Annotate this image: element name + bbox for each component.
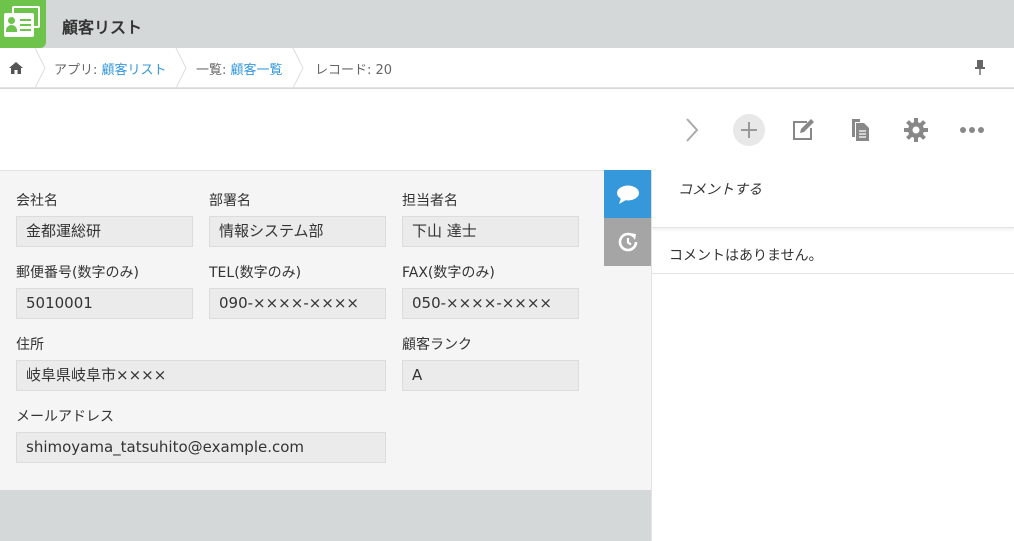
edit-record-button[interactable] <box>786 113 820 147</box>
plus-icon <box>741 122 757 138</box>
breadcrumb: アプリ: 顧客リスト 一覧: 顧客一覧 レコード: 20 <box>0 48 1014 88</box>
breadcrumb-app: アプリ: 顧客リスト <box>54 59 167 78</box>
field-rank: 顧客ランク A <box>402 335 579 391</box>
record-details: 会社名 金都運総研 部署名 情報システム部 担当者名 下山 達士 郵便番号(数字… <box>0 170 651 490</box>
add-record-button[interactable] <box>733 114 765 146</box>
comment-panel: コメントする コメントはありません。 <box>651 170 1014 541</box>
field-label: 住所 <box>16 337 44 353</box>
no-comments-text: コメントはありません。 <box>669 248 823 264</box>
field-label: 会社名 <box>16 193 58 209</box>
app-header: 顧客リスト <box>0 0 1014 48</box>
field-value: shimoyama_tatsuhito@example.com <box>16 432 386 463</box>
history-icon <box>618 232 637 252</box>
field-value: 下山 達士 <box>402 216 579 247</box>
breadcrumb-view: 一覧: 顧客一覧 <box>196 59 283 78</box>
breadcrumb-view-prefix: 一覧: <box>196 63 231 78</box>
field-company: 会社名 金都運総研 <box>16 191 193 247</box>
app-card-icon[interactable] <box>0 0 46 48</box>
field-label: FAX(数字のみ) <box>402 265 495 281</box>
breadcrumb-separator <box>175 48 187 88</box>
pin-icon[interactable] <box>972 58 988 78</box>
comment-input[interactable]: コメントする <box>652 170 1014 228</box>
comment-input-label: コメントする <box>678 182 762 198</box>
field-address: 住所 岐阜県岐阜市×××× <box>16 335 386 391</box>
field-value: 情報システム部 <box>209 216 386 247</box>
next-record-button[interactable] <box>674 113 708 147</box>
field-value: 090-××××-×××× <box>209 288 386 319</box>
field-label: 担当者名 <box>402 193 458 209</box>
breadcrumb-app-prefix: アプリ: <box>54 63 102 78</box>
record-toolbar <box>0 89 1014 170</box>
field-department: 部署名 情報システム部 <box>209 191 386 247</box>
comments-tab[interactable] <box>604 170 651 218</box>
field-label: 郵便番号(数字のみ) <box>16 265 139 281</box>
field-zip: 郵便番号(数字のみ) 5010001 <box>16 263 193 319</box>
breadcrumb-separator <box>292 48 304 88</box>
settings-button[interactable] <box>899 113 933 147</box>
field-label: TEL(数字のみ) <box>209 265 302 281</box>
edit-icon <box>793 119 814 140</box>
field-tel: TEL(数字のみ) 090-××××-×××× <box>209 263 386 319</box>
field-label: 部署名 <box>209 193 251 209</box>
more-options-button[interactable] <box>955 113 989 147</box>
field-value: 岐阜県岐阜市×××× <box>16 360 386 391</box>
duplicate-icon <box>852 119 869 141</box>
breadcrumb-app-link[interactable]: 顧客リスト <box>102 63 167 78</box>
field-value: 金都運総研 <box>16 216 193 247</box>
app-title: 顧客リスト <box>62 18 143 37</box>
chevron-right-icon <box>686 118 699 142</box>
breadcrumb-view-link[interactable]: 顧客一覧 <box>231 63 283 78</box>
home-icon[interactable] <box>6 58 26 78</box>
breadcrumb-separator <box>34 48 46 88</box>
field-fax: FAX(数字のみ) 050-××××-×××× <box>402 263 579 319</box>
field-label: 顧客ランク <box>402 337 472 353</box>
duplicate-record-button[interactable] <box>842 113 876 147</box>
more-icon <box>960 127 984 133</box>
field-person: 担当者名 下山 達士 <box>402 191 579 247</box>
field-label: メールアドレス <box>16 409 114 425</box>
gear-icon <box>904 118 928 142</box>
field-value: 050-××××-×××× <box>402 288 579 319</box>
speech-bubble-icon <box>616 185 639 204</box>
field-value: 5010001 <box>16 288 193 319</box>
field-email: メールアドレス shimoyama_tatsuhito@example.com <box>16 407 386 463</box>
field-value: A <box>402 360 579 391</box>
breadcrumb-record: レコード: 20 <box>315 63 393 78</box>
no-comments-message: コメントはありません。 <box>652 228 1014 274</box>
history-tab[interactable] <box>604 218 651 266</box>
